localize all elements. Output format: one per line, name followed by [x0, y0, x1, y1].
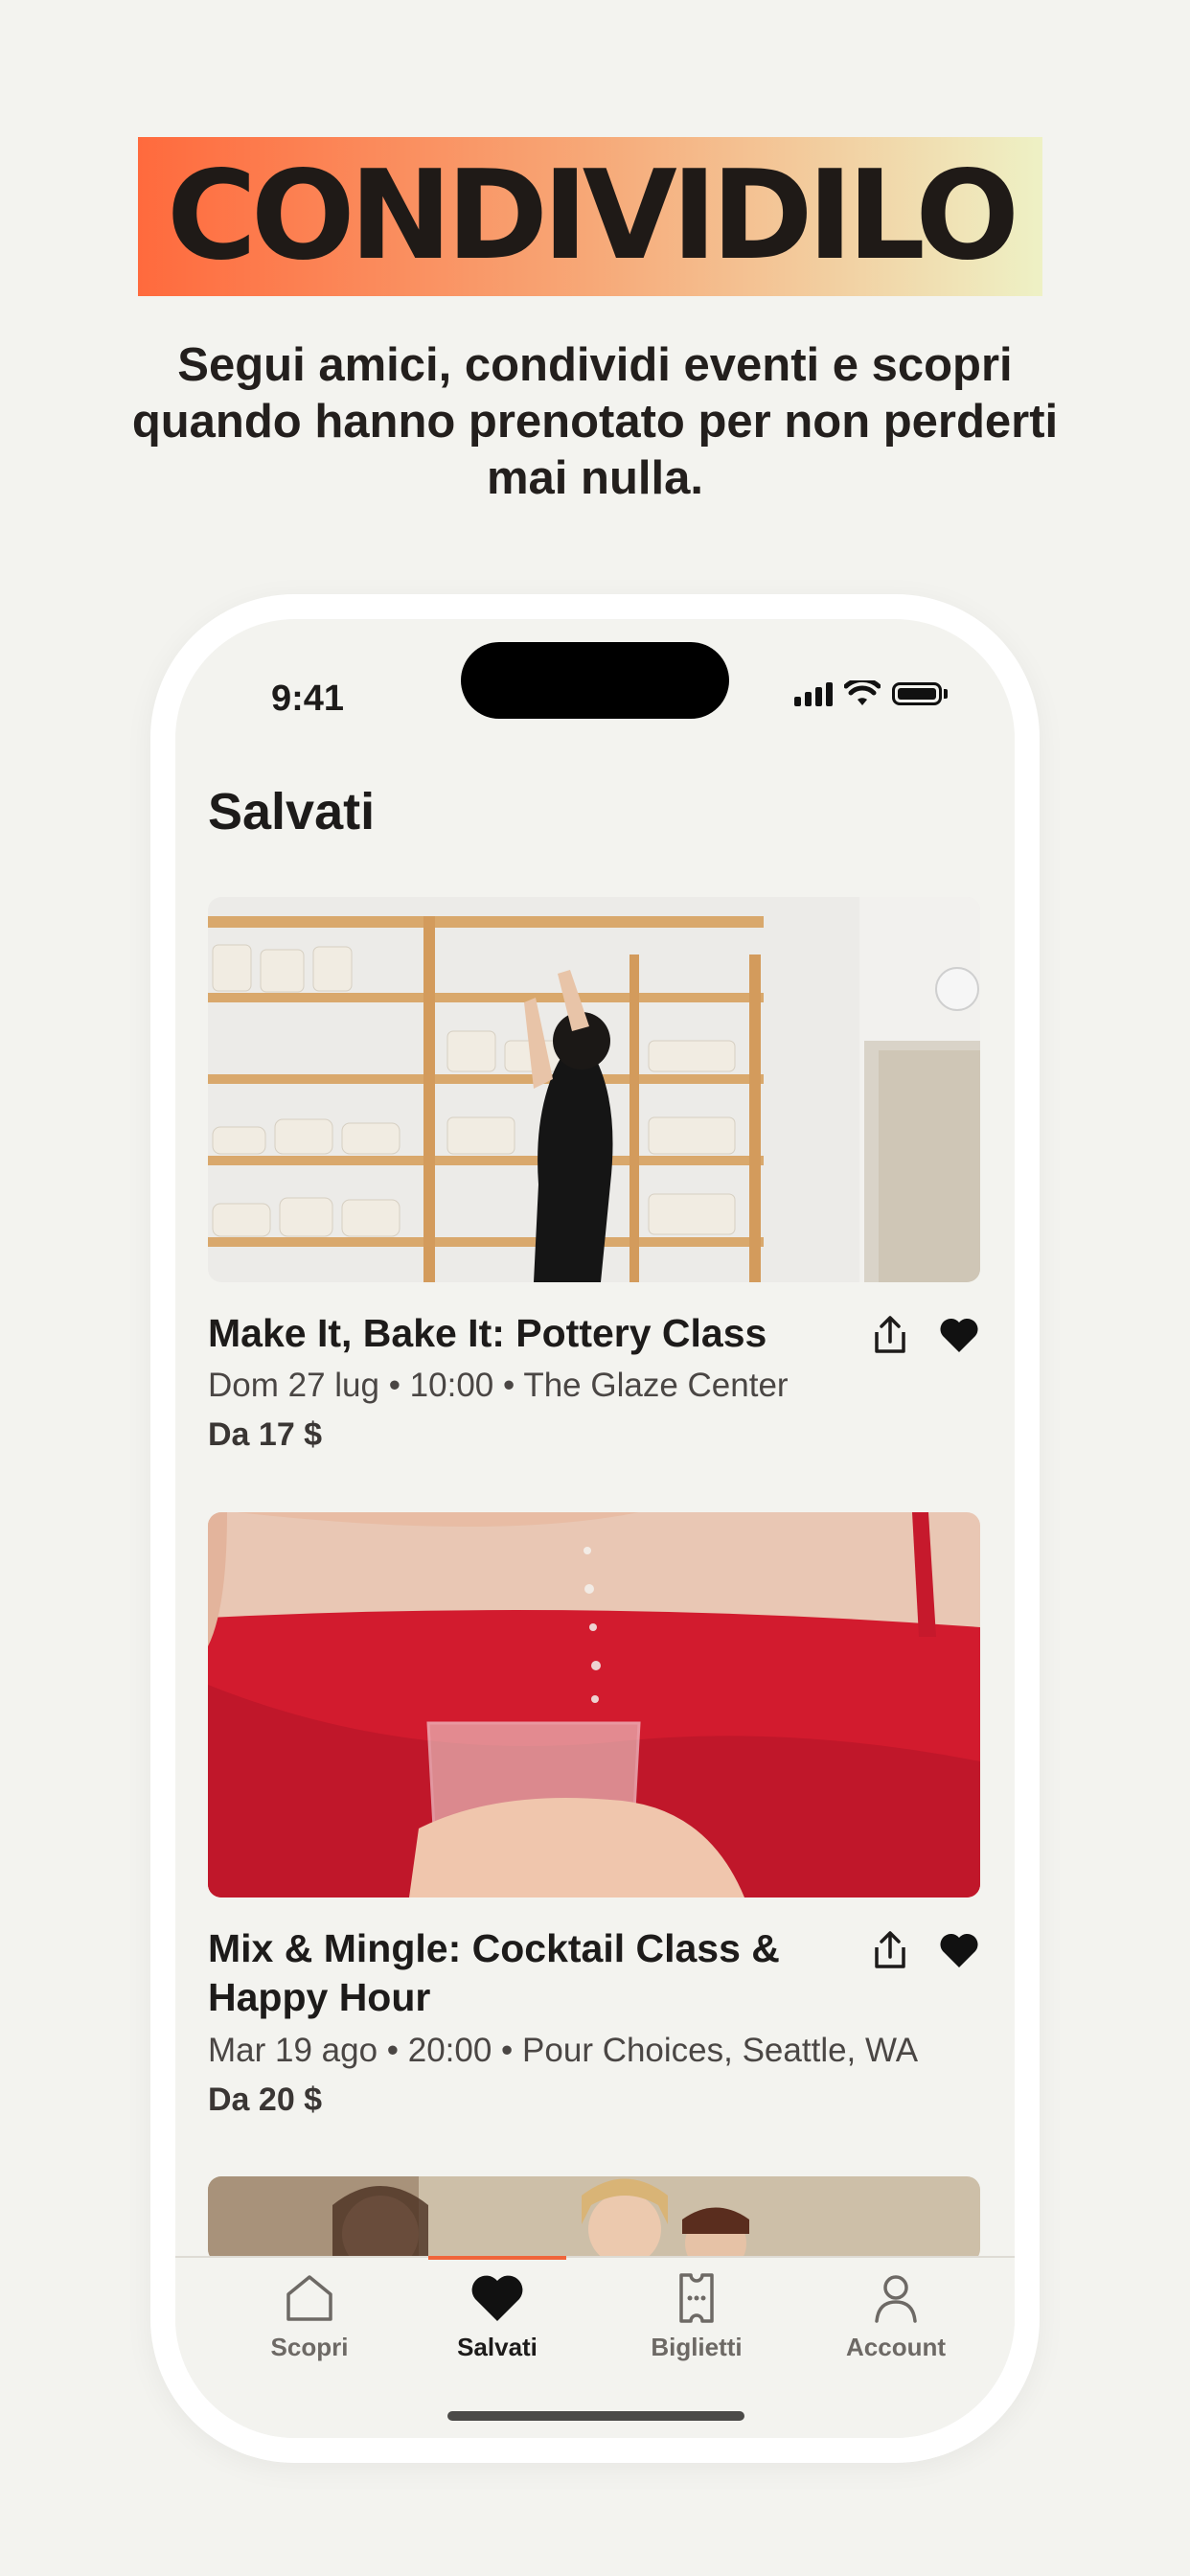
event-title[interactable]: Make It, Bake It: Pottery Class	[208, 1309, 802, 1358]
home-indicator[interactable]	[447, 2411, 744, 2421]
ticket-icon	[679, 2273, 714, 2323]
share-icon[interactable]	[871, 1315, 909, 1355]
phone-frame: 9:41 Salvati Make It, Bake It: Pottery C…	[150, 594, 1040, 2463]
cellular-signal-icon	[794, 681, 833, 706]
active-tab-indicator	[428, 2256, 566, 2260]
status-time: 9:41	[271, 678, 345, 719]
wifi-icon	[844, 680, 881, 705]
tab-label: Scopri	[270, 2333, 349, 2361]
promo-headline: CONDIVIDILO	[166, 145, 1019, 288]
event-card[interactable]	[208, 2176, 980, 2263]
share-icon[interactable]	[871, 1930, 909, 1970]
event-price: Da 20 $	[208, 2082, 323, 2118]
house-icon	[286, 2275, 332, 2321]
phone-screen: 9:41 Salvati Make It, Bake It: Pottery C…	[175, 619, 1015, 2438]
person-icon	[875, 2275, 917, 2323]
event-actions	[871, 1930, 980, 1970]
event-image-cocktail[interactable]	[208, 1512, 980, 1898]
heart-icon[interactable]	[938, 1316, 980, 1354]
event-card[interactable]: Mix & Mingle: Cocktail Class & Happy Hou…	[208, 1512, 980, 2118]
tab-salvati[interactable]: Salvati	[401, 2271, 593, 2362]
event-image-friends[interactable]	[208, 2176, 980, 2263]
event-actions	[871, 1315, 980, 1355]
event-image-pottery[interactable]	[208, 897, 980, 1282]
tab-scopri[interactable]: Scopri	[214, 2271, 405, 2362]
event-card[interactable]: Make It, Bake It: Pottery Class Dom 27 l…	[208, 897, 980, 1453]
tab-biglietti[interactable]: Biglietti	[601, 2271, 792, 2362]
event-title[interactable]: Mix & Mingle: Cocktail Class & Happy Hou…	[208, 1924, 802, 2022]
tab-label: Biglietti	[651, 2333, 743, 2361]
heart-icon[interactable]	[938, 1931, 980, 1969]
promo-subheadline: Segui amici, condividi eventi e scopri q…	[131, 339, 1059, 504]
dynamic-island	[461, 642, 729, 719]
event-price: Da 17 $	[208, 1416, 323, 1453]
tab-label: Account	[846, 2333, 946, 2361]
event-meta: Dom 27 lug • 10:00 • The Glaze Center	[208, 1367, 789, 1404]
tab-label: Salvati	[457, 2333, 538, 2361]
battery-icon	[892, 682, 942, 705]
status-icons	[794, 680, 948, 707]
event-meta: Mar 19 ago • 20:00 • Pour Choices, Seatt…	[208, 2032, 919, 2069]
promo-headline-banner: CONDIVIDILO	[138, 137, 1042, 296]
page-title: Salvati	[208, 783, 376, 840]
tab-account[interactable]: Account	[800, 2271, 992, 2362]
heart-icon	[471, 2275, 523, 2321]
